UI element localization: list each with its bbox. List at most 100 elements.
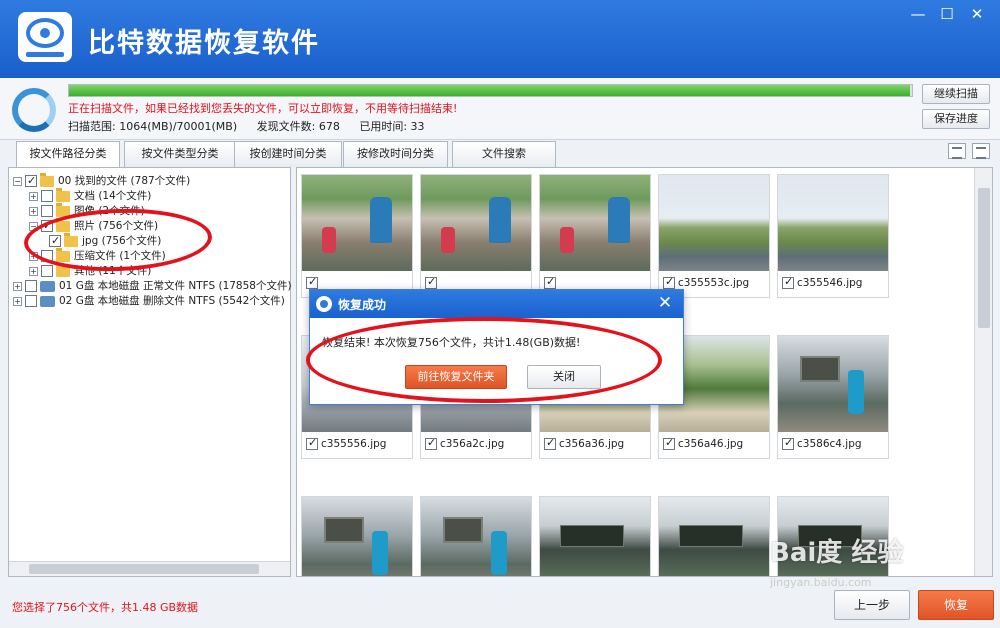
recover-button[interactable]: 恢复 bbox=[918, 590, 994, 620]
file-card[interactable] bbox=[658, 496, 770, 576]
maximize-button[interactable]: ☐ bbox=[934, 4, 960, 24]
file-name: c356a46.jpg bbox=[678, 438, 744, 450]
tree-checkbox[interactable] bbox=[25, 280, 37, 292]
tree-item[interactable]: +02 G盘 本地磁盘 删除文件 NTFS (5542个文件) bbox=[13, 294, 285, 309]
file-checkbox[interactable] bbox=[306, 436, 318, 450]
file-checkbox[interactable] bbox=[425, 436, 437, 450]
file-card[interactable] bbox=[301, 174, 413, 298]
tree-item[interactable]: − 照片 (756个文件) bbox=[29, 217, 158, 234]
dialog-close-icon[interactable]: ✕ bbox=[654, 293, 676, 313]
tree-item[interactable]: + 图像 (2个文件) bbox=[29, 202, 145, 219]
tree-item[interactable]: + 文档 (14个文件) bbox=[29, 187, 152, 204]
tree-item[interactable]: + 压缩文件 (1个文件) bbox=[29, 247, 166, 264]
minimize-button[interactable]: — bbox=[905, 4, 931, 24]
tree-item-label: 文档 (14个文件) bbox=[74, 190, 152, 202]
tree-item-label: 01 G盘 本地磁盘 正常文件 NTFS (17858个文件) bbox=[59, 280, 292, 292]
tree-checkbox[interactable] bbox=[41, 250, 53, 262]
tree-checkbox[interactable] bbox=[25, 173, 37, 188]
tree-checkbox[interactable] bbox=[41, 218, 53, 233]
file-label: c355546.jpg bbox=[782, 275, 863, 289]
tree-checkbox[interactable] bbox=[25, 295, 37, 307]
file-card[interactable]: c355553c.jpg bbox=[658, 174, 770, 298]
tab-by-type[interactable]: 按文件类型分类 bbox=[124, 141, 236, 167]
tree-item-label: 02 G盘 本地磁盘 删除文件 NTFS (5542个文件) bbox=[59, 295, 285, 307]
tree-item[interactable]: +01 G盘 本地磁盘 正常文件 NTFS (17858个文件) bbox=[13, 279, 292, 294]
tree-checkbox[interactable] bbox=[41, 265, 53, 277]
previous-step-button[interactable]: 上一步 bbox=[834, 590, 910, 620]
tree-item-label: 压缩文件 (1个文件) bbox=[74, 250, 166, 262]
goto-folder-button[interactable]: 前往恢复文件夹 bbox=[405, 365, 507, 389]
collapse-icon[interactable]: − bbox=[29, 221, 38, 231]
expand-icon[interactable]: + bbox=[13, 296, 22, 306]
app-logo-icon bbox=[18, 12, 72, 62]
tree-item-label: jpg (756个文件) bbox=[82, 235, 162, 247]
file-card[interactable] bbox=[539, 496, 651, 576]
file-label: c3586c4.jpg bbox=[782, 436, 862, 450]
expand-icon[interactable]: + bbox=[29, 266, 38, 276]
collapse-icon[interactable]: − bbox=[13, 176, 22, 186]
file-card[interactable] bbox=[420, 496, 532, 576]
tree-checkbox[interactable] bbox=[41, 205, 53, 217]
photo-thumbnail bbox=[302, 497, 412, 576]
file-label bbox=[544, 275, 559, 289]
file-checkbox[interactable] bbox=[663, 275, 675, 289]
tab-by-path[interactable]: 按文件路径分类 bbox=[16, 141, 120, 168]
tree-item-label: 00 找到的文件 (787个文件) bbox=[58, 175, 191, 187]
grid-view-icon[interactable] bbox=[972, 143, 990, 159]
dialog-close-button[interactable]: 关闭 bbox=[527, 365, 601, 389]
watermark-url: jingyan.baidu.com bbox=[770, 576, 872, 589]
close-window-button[interactable]: ✕ bbox=[964, 4, 990, 24]
expand-icon[interactable]: + bbox=[29, 191, 38, 201]
tree-checkbox[interactable] bbox=[49, 233, 61, 248]
photo-thumbnail bbox=[659, 497, 769, 576]
folder-icon bbox=[56, 262, 70, 277]
dialog-title: 恢复成功 bbox=[338, 298, 387, 312]
app-title: 比特数据恢复软件 bbox=[88, 28, 320, 59]
tree-horizontal-scrollbar[interactable] bbox=[9, 561, 290, 576]
scan-range: 扫描范围: 1064(MB)/70001(MB) bbox=[68, 120, 238, 133]
file-card[interactable]: c3586c4.jpg bbox=[777, 335, 889, 459]
expand-icon[interactable]: + bbox=[29, 206, 38, 216]
tab-by-modified[interactable]: 按修改时间分类 bbox=[343, 141, 448, 167]
file-checkbox[interactable] bbox=[425, 275, 437, 289]
folder-icon bbox=[56, 247, 70, 262]
file-card[interactable] bbox=[420, 174, 532, 298]
expand-icon[interactable]: + bbox=[13, 281, 22, 291]
file-card[interactable] bbox=[301, 496, 413, 576]
expand-icon[interactable]: + bbox=[29, 251, 38, 261]
file-checkbox[interactable] bbox=[782, 275, 794, 289]
file-checkbox[interactable] bbox=[782, 436, 794, 450]
grid-vertical-scrollbar[interactable] bbox=[974, 168, 992, 576]
photo-thumbnail bbox=[540, 175, 650, 271]
dialog-message: 恢复结束! 本次恢复756个文件，共计1.48(GB)数据! bbox=[322, 336, 581, 349]
drive-icon bbox=[40, 295, 55, 307]
file-name: c355553c.jpg bbox=[678, 277, 750, 289]
file-name: c3586c4.jpg bbox=[797, 438, 862, 450]
file-checkbox[interactable] bbox=[306, 275, 318, 289]
file-checkbox[interactable] bbox=[544, 436, 556, 450]
file-checkbox[interactable] bbox=[663, 436, 675, 450]
continue-scan-button[interactable]: 继续扫描 bbox=[922, 84, 990, 104]
title-bar: 比特数据恢复软件 — ☐ ✕ bbox=[0, 0, 1000, 78]
save-progress-button[interactable]: 保存进度 bbox=[922, 109, 990, 129]
tab-file-search[interactable]: 文件搜索 bbox=[452, 141, 556, 167]
file-label bbox=[306, 275, 321, 289]
list-view-icon[interactable] bbox=[948, 143, 966, 159]
file-checkbox[interactable] bbox=[544, 275, 556, 289]
tree-item[interactable]: jpg (756个文件) bbox=[49, 232, 162, 249]
photo-thumbnail bbox=[302, 175, 412, 271]
app-small-icon bbox=[316, 296, 332, 312]
scan-message: 正在扫描文件，如果已经找到您丢失的文件，可以立即恢复，不用等待扫描结束! bbox=[68, 102, 458, 115]
file-name: c355546.jpg bbox=[797, 277, 863, 289]
baidu-watermark: Bai度 经验 bbox=[770, 538, 904, 568]
tree-item-label: 图像 (2个文件) bbox=[74, 205, 145, 217]
tree-item[interactable]: − 00 找到的文件 (787个文件) bbox=[13, 172, 191, 189]
files-found: 发现文件数: 678 bbox=[256, 120, 340, 133]
folder-icon bbox=[56, 187, 70, 202]
file-card[interactable] bbox=[539, 174, 651, 298]
tree-checkbox[interactable] bbox=[41, 190, 53, 202]
file-label: c356a2c.jpg bbox=[425, 436, 504, 450]
tab-by-created[interactable]: 按创建时间分类 bbox=[234, 141, 342, 167]
file-card[interactable]: c355546.jpg bbox=[777, 174, 889, 298]
tree-item[interactable]: + 其他 (11个文件) bbox=[29, 262, 151, 279]
